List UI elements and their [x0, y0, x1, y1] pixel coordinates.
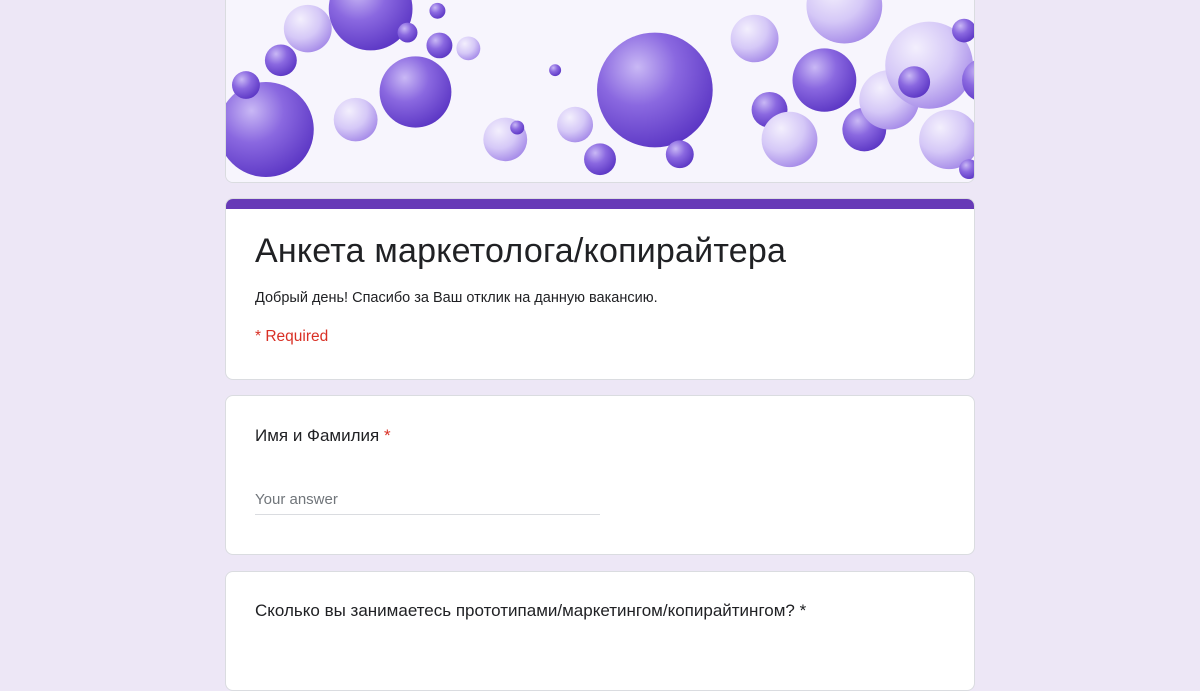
question-label-text: Сколько вы занимаетесь прототипами/марке… — [255, 601, 795, 620]
required-asterisk: * — [799, 601, 807, 620]
bubbles-illustration — [226, 0, 974, 182]
required-note: * Required — [255, 328, 329, 345]
question-label: Сколько вы занимаетесь прототипами/марке… — [255, 601, 806, 621]
question-label: Имя и Фамилия * — [255, 426, 391, 446]
form-header-card: Анкета маркетолога/копирайтера Добрый де… — [225, 198, 975, 380]
question-card-name: Имя и Фамилия * — [225, 395, 975, 555]
accent-bar — [226, 199, 974, 209]
required-asterisk: * — [383, 426, 391, 445]
question-card-experience: Сколько вы занимаетесь прототипами/марке… — [225, 571, 975, 691]
question-label-text: Имя и Фамилия — [255, 426, 380, 445]
form-title: Анкета маркетолога/копирайтера — [255, 232, 787, 270]
header-banner-image — [225, 0, 975, 183]
form-description: Добрый день! Спасибо за Ваш отклик на да… — [255, 290, 658, 306]
answer-input[interactable] — [255, 484, 600, 515]
